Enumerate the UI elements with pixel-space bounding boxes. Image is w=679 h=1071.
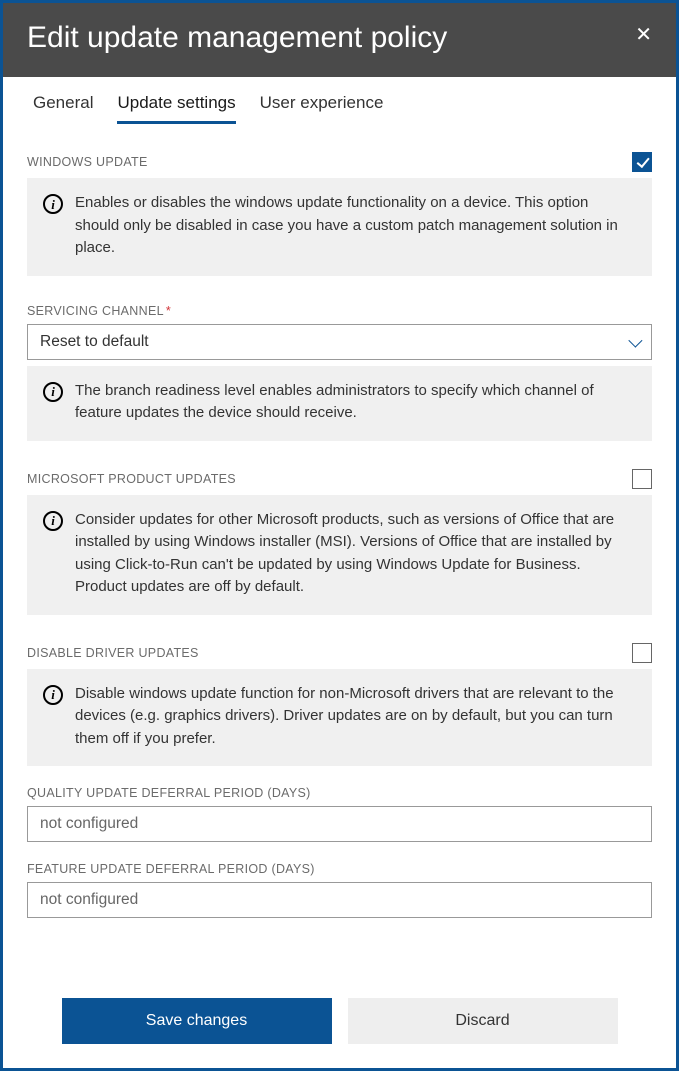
feature-deferral-input[interactable]: not configured: [27, 882, 652, 918]
windows-update-checkbox[interactable]: [632, 152, 652, 172]
quality-deferral-input[interactable]: not configured: [27, 806, 652, 842]
chevron-down-icon: [628, 333, 642, 347]
windows-update-info-text: Enables or disables the windows update f…: [75, 192, 636, 260]
section-servicing-channel: SERVICING CHANNEL* Reset to default i Th…: [27, 304, 652, 441]
tab-user-experience[interactable]: User experience: [260, 93, 384, 124]
section-driver-updates: DISABLE DRIVER UPDATES i Disable windows…: [27, 643, 652, 767]
save-button[interactable]: Save changes: [62, 998, 332, 1044]
quality-deferral-label: QUALITY UPDATE DEFERRAL PERIOD (DAYS): [27, 786, 311, 800]
servicing-channel-label-text: SERVICING CHANNEL: [27, 304, 164, 318]
product-updates-info-text: Consider updates for other Microsoft pro…: [75, 509, 636, 599]
tab-bar: General Update settings User experience: [27, 77, 652, 124]
windows-update-label: WINDOWS UPDATE: [27, 155, 148, 169]
discard-button[interactable]: Discard: [348, 998, 618, 1044]
tab-general[interactable]: General: [33, 93, 93, 124]
driver-updates-info: i Disable windows update function for no…: [27, 669, 652, 767]
driver-updates-checkbox[interactable]: [632, 643, 652, 663]
servicing-channel-label: SERVICING CHANNEL*: [27, 304, 171, 318]
info-icon: i: [43, 685, 63, 705]
info-icon: i: [43, 382, 63, 402]
feature-deferral-label: FEATURE UPDATE DEFERRAL PERIOD (DAYS): [27, 862, 315, 876]
servicing-channel-select[interactable]: Reset to default: [27, 324, 652, 360]
dialog-header: Edit update management policy ✕: [3, 3, 676, 77]
servicing-channel-info-text: The branch readiness level enables admin…: [75, 380, 636, 425]
product-updates-label: MICROSOFT PRODUCT UPDATES: [27, 472, 236, 486]
info-icon: i: [43, 511, 63, 531]
product-updates-info: i Consider updates for other Microsoft p…: [27, 495, 652, 615]
close-icon[interactable]: ✕: [635, 21, 652, 45]
dialog-footer: Save changes Discard: [3, 978, 676, 1068]
section-feature-deferral: FEATURE UPDATE DEFERRAL PERIOD (DAYS) no…: [27, 862, 652, 918]
dialog-title: Edit update management policy: [27, 21, 447, 55]
driver-updates-label: DISABLE DRIVER UPDATES: [27, 646, 199, 660]
required-asterisk: *: [166, 304, 171, 318]
servicing-channel-value: Reset to default: [40, 333, 149, 351]
section-windows-update: WINDOWS UPDATE i Enables or disables the…: [27, 152, 652, 276]
tab-update-settings[interactable]: Update settings: [117, 93, 235, 124]
dialog-content: General Update settings User experience …: [3, 77, 676, 978]
servicing-channel-info: i The branch readiness level enables adm…: [27, 366, 652, 441]
info-icon: i: [43, 194, 63, 214]
section-product-updates: MICROSOFT PRODUCT UPDATES i Consider upd…: [27, 469, 652, 615]
product-updates-checkbox[interactable]: [632, 469, 652, 489]
windows-update-info: i Enables or disables the windows update…: [27, 178, 652, 276]
section-quality-deferral: QUALITY UPDATE DEFERRAL PERIOD (DAYS) no…: [27, 786, 652, 842]
driver-updates-info-text: Disable windows update function for non-…: [75, 683, 636, 751]
